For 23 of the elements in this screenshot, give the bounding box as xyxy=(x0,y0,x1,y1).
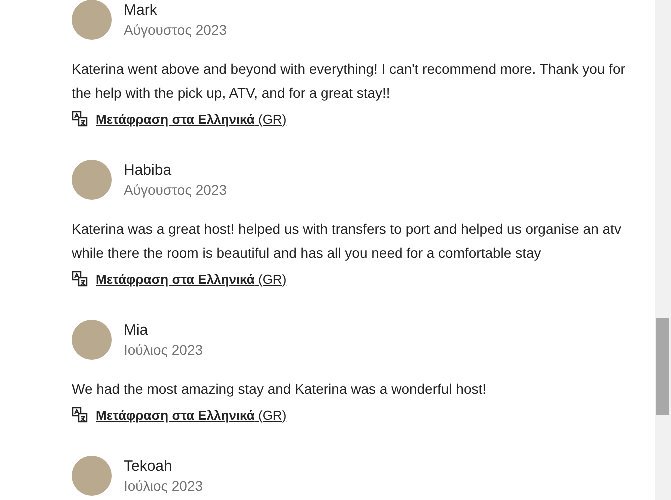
reviewer-name: Mark xyxy=(124,2,158,19)
translate-icon xyxy=(72,407,88,423)
avatar-photo xyxy=(72,160,112,200)
translate-link[interactable]: Μετάφραση στα Ελληνικά (GR) xyxy=(96,112,287,126)
reviewer-name: Mia xyxy=(124,322,150,339)
review-date: Ιούλιος 2023 xyxy=(124,342,204,358)
review-text: We had the most amazing stay and Katerina was a wonderful host! xyxy=(72,380,488,399)
review-date: Ιούλιος 2023 xyxy=(124,478,204,494)
avatar-photo xyxy=(72,0,112,40)
avatar-photo xyxy=(72,456,112,496)
translate-link[interactable]: Μετάφραση στα Ελληνικά (GR) xyxy=(96,408,287,422)
translate-link[interactable]: Μετάφραση στα Ελληνικά (GR) xyxy=(96,272,287,286)
review-date: Αύγουστος 2023 xyxy=(124,182,227,198)
scrollbar[interactable] xyxy=(655,0,671,500)
translate-icon xyxy=(72,271,88,287)
avatar-photo xyxy=(72,320,112,360)
review-text: Katerina was a great host! helped us with transfers to port and helped us organise an atv while there the room is beautiful and has all you need for a comfortable stay xyxy=(72,220,622,263)
reviewer-name: Tekoah xyxy=(124,458,174,475)
scrollbar-thumb[interactable] xyxy=(656,318,669,415)
reviewer-name: Habiba xyxy=(124,162,173,179)
review-text: Katerina went above and beyond with everything! I can't recommend more. Thank you for the help with the pick up, ATV, and for a great stay!! xyxy=(72,60,626,103)
translate-icon xyxy=(72,111,88,127)
review-date: Αύγουστος 2023 xyxy=(124,22,227,38)
